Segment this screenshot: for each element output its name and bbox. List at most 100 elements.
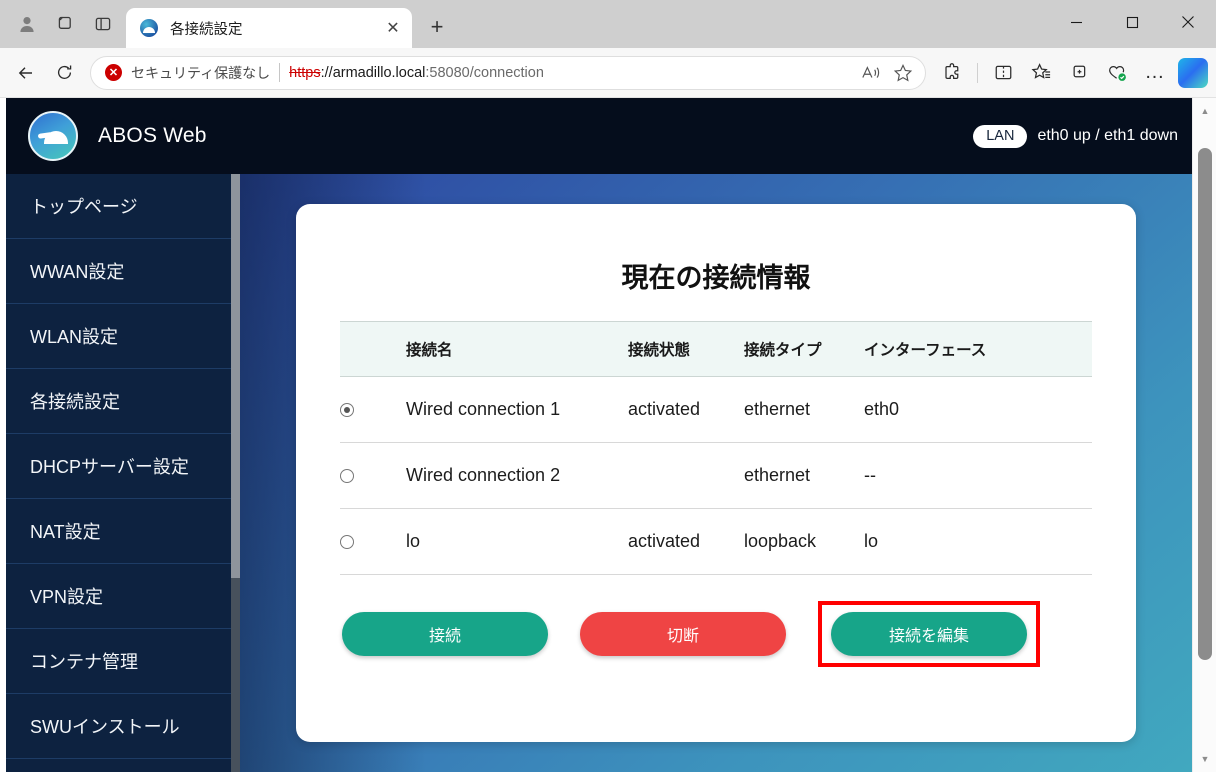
abos-web-page: ABOS Web LAN eth0 up / eth1 down トップページ … <box>6 98 1192 772</box>
table-header-row: 接続名 接続状態 接続タイプ インターフェース <box>340 321 1092 377</box>
tab-strip-left-controls <box>0 8 126 48</box>
sidebar-item-container[interactable]: コンテナ管理 <box>6 629 240 694</box>
sidebar-nav: トップページ WWAN設定 WLAN設定 各接続設定 DHCPサーバー設定 NA… <box>6 174 240 772</box>
col-header-select <box>340 321 406 377</box>
tab-actions-pane-icon[interactable] <box>86 8 120 40</box>
back-icon[interactable] <box>8 55 44 91</box>
page-scrollbar[interactable]: ▲ ▼ <box>1192 98 1216 772</box>
table-row[interactable]: Wired connection 1 activated ethernet et… <box>340 376 1092 443</box>
copilot-icon[interactable] <box>1178 57 1208 88</box>
sidebar-scrollbar[interactable] <box>231 174 240 772</box>
maximize-icon[interactable] <box>1104 0 1160 44</box>
row-select-cell[interactable] <box>340 508 406 575</box>
sidebar-item-wlan[interactable]: WLAN設定 <box>6 304 240 369</box>
sidebar-item-nat[interactable]: NAT設定 <box>6 499 240 564</box>
favorite-star-icon[interactable] <box>889 59 917 87</box>
not-secure-icon: ✕ <box>105 64 122 81</box>
minimize-icon[interactable] <box>1048 0 1104 44</box>
connection-info-card: 現在の接続情報 接続名 接続状態 接続タイプ インターフェース Wired co… <box>296 204 1136 742</box>
close-icon[interactable]: ✕ <box>380 15 406 41</box>
cell-type: ethernet <box>744 442 864 509</box>
table-row[interactable]: Wired connection 2 ethernet -- <box>340 442 1092 509</box>
browser-toolbar: ✕ セキュリティ保護なし https://armadillo.local:580… <box>0 48 1216 98</box>
table-body: Wired connection 1 activated ethernet et… <box>340 376 1092 575</box>
abos-logo-icon <box>28 111 78 161</box>
page-scrollbar-thumb[interactable] <box>1198 148 1212 660</box>
col-header-name: 接続名 <box>406 321 628 377</box>
connections-table: 接続名 接続状態 接続タイプ インターフェース Wired connection… <box>340 321 1092 575</box>
app-brand-title: ABOS Web <box>98 124 207 147</box>
toolbar-divider <box>977 62 978 83</box>
split-screen-icon[interactable] <box>985 55 1021 91</box>
tab-strip: 各接続設定 ✕ + <box>0 0 1216 48</box>
url-host-path: ://armadillo.local <box>320 64 426 81</box>
connect-button[interactable]: 接続 <box>342 612 548 656</box>
sidebar-item-wwan[interactable]: WWAN設定 <box>6 239 240 304</box>
network-status-text: eth0 up / eth1 down <box>1037 127 1178 144</box>
favorites-list-icon[interactable] <box>1023 55 1059 91</box>
url-port-path: :58080/connection <box>425 64 544 81</box>
window-close-icon[interactable] <box>1160 0 1216 44</box>
scroll-down-icon[interactable]: ▼ <box>1193 748 1216 770</box>
address-bar[interactable]: ✕ セキュリティ保護なし https://armadillo.local:580… <box>90 55 926 90</box>
new-tab-button[interactable]: + <box>418 10 456 44</box>
refresh-icon[interactable] <box>46 55 82 91</box>
scroll-up-icon[interactable]: ▲ <box>1193 100 1216 122</box>
window-controls <box>1048 0 1216 44</box>
armadillo-favicon <box>140 19 158 37</box>
sidebar-item-top-page[interactable]: トップページ <box>6 174 240 239</box>
cell-state: activated <box>628 376 744 443</box>
sidebar-item-swu[interactable]: SWUインストール <box>6 694 240 759</box>
page-title: 現在の接続情報 <box>621 263 811 293</box>
browser-window: 各接続設定 ✕ + ✕ セキュリティ保護なし https://armadillo… <box>0 0 1216 772</box>
app-header: ABOS Web LAN eth0 up / eth1 down <box>6 98 1192 174</box>
page-viewport: ABOS Web LAN eth0 up / eth1 down トップページ … <box>0 98 1216 772</box>
radio-button[interactable] <box>340 403 354 418</box>
row-select-cell[interactable] <box>340 442 406 509</box>
security-badge[interactable]: ✕ セキュリティ保護なし <box>105 63 270 83</box>
omnibox-actions <box>857 59 917 87</box>
sidebar-scrollbar-thumb[interactable] <box>231 174 240 578</box>
more-options-icon[interactable]: … <box>1137 55 1173 91</box>
cell-state <box>628 442 744 509</box>
security-label: セキュリティ保護なし <box>131 64 271 81</box>
main-content: 現在の接続情報 接続名 接続状態 接続タイプ インターフェース Wired co… <box>240 174 1192 772</box>
sidebar-item-vpn[interactable]: VPN設定 <box>6 564 240 629</box>
browser-essentials-icon[interactable] <box>1099 55 1135 91</box>
tab-collections-icon[interactable] <box>48 8 82 40</box>
extensions-icon[interactable] <box>934 55 970 91</box>
cell-interface: eth0 <box>864 376 1092 443</box>
col-header-interface: インターフェース <box>864 321 1092 377</box>
radio-button[interactable] <box>340 469 354 484</box>
cell-interface: lo <box>864 508 1092 575</box>
cell-type: loopback <box>744 508 864 575</box>
cell-name: Wired connection 1 <box>406 376 628 443</box>
collections-icon[interactable] <box>1061 55 1097 91</box>
url-text: https://armadillo.local:58080/connection <box>289 65 848 81</box>
tab-title: 各接続設定 <box>170 21 243 38</box>
edit-button-highlight: 接続を編集 <box>818 601 1040 667</box>
disconnect-button[interactable]: 切断 <box>580 612 786 656</box>
cell-interface: -- <box>864 442 1092 509</box>
radio-button[interactable] <box>340 535 354 550</box>
edit-connection-button[interactable]: 接続を編集 <box>831 612 1027 656</box>
action-buttons: 接続 切断 接続を編集 <box>340 601 1092 667</box>
table-row[interactable]: lo activated loopback lo <box>340 508 1092 575</box>
col-header-type: 接続タイプ <box>744 321 864 377</box>
cell-type: ethernet <box>744 376 864 443</box>
cell-name: Wired connection 2 <box>406 442 628 509</box>
lan-badge: LAN <box>973 124 1028 148</box>
omnibox-divider <box>279 63 281 82</box>
sidebar-item-dhcp[interactable]: DHCPサーバー設定 <box>6 434 240 499</box>
sidebar-item-connections[interactable]: 各接続設定 <box>6 369 240 434</box>
table-head: 接続名 接続状態 接続タイプ インターフェース <box>340 321 1092 377</box>
header-status: LAN eth0 up / eth1 down <box>973 124 1178 148</box>
profile-icon[interactable] <box>10 8 44 40</box>
cell-name: lo <box>406 508 628 575</box>
cell-state: activated <box>628 508 744 575</box>
browser-tab[interactable]: 各接続設定 ✕ <box>126 8 412 48</box>
row-select-cell[interactable] <box>340 376 406 443</box>
read-aloud-icon[interactable] <box>857 59 885 87</box>
page-body: トップページ WWAN設定 WLAN設定 各接続設定 DHCPサーバー設定 NA… <box>6 174 1192 772</box>
col-header-state: 接続状態 <box>628 321 744 377</box>
